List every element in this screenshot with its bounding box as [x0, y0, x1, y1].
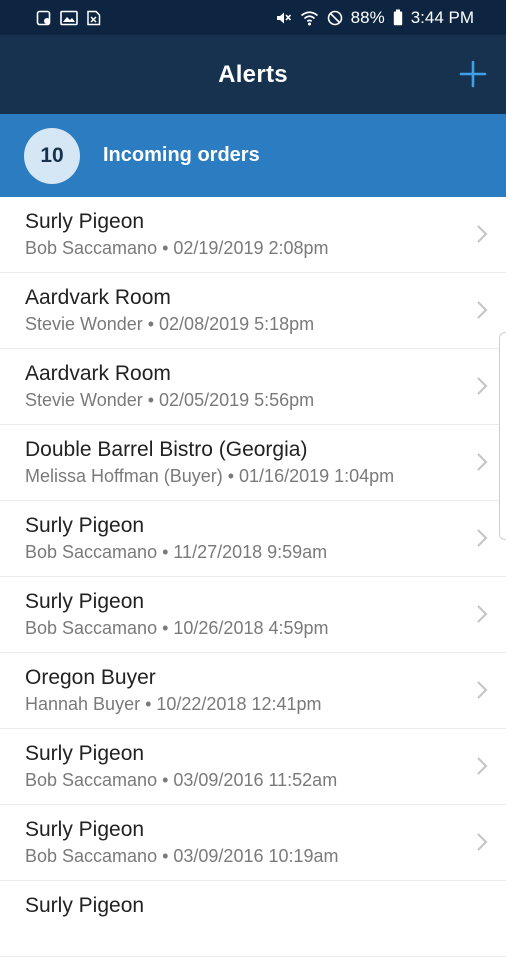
wifi-icon	[300, 10, 319, 26]
chevron-right-icon	[477, 681, 488, 699]
order-title: Oregon Buyer	[25, 666, 156, 689]
order-subtitle: Bob Saccamano • 03/09/2016 11:52am	[25, 770, 338, 790]
page-title: Alerts	[218, 60, 288, 88]
order-subtitle: Stevie Wonder • 02/05/2019 5:56pm	[25, 390, 315, 410]
list-item[interactable]: Aardvark Room Stevie Wonder • 02/08/2019…	[0, 273, 506, 349]
clock: 3:44 PM	[410, 7, 474, 27]
scrollbar-handle[interactable]	[499, 332, 506, 540]
chevron-right-icon	[477, 453, 488, 471]
order-subtitle: Bob Saccamano • 10/26/2018 4:59pm	[25, 618, 329, 638]
message-notification-icon	[36, 10, 52, 26]
chevron-right-icon	[477, 757, 488, 775]
add-button[interactable]	[458, 59, 488, 89]
order-title: Double Barrel Bistro (Georgia)	[25, 438, 308, 461]
orders-list: Surly Pigeon Bob Saccamano • 02/19/2019 …	[0, 197, 506, 957]
app-header: Alerts	[0, 35, 506, 114]
order-subtitle: Bob Saccamano • 03/09/2016 10:19am	[25, 846, 339, 866]
order-title: Surly Pigeon	[25, 742, 145, 765]
order-title: Surly Pigeon	[25, 818, 145, 841]
order-title: Aardvark Room	[25, 286, 171, 309]
chevron-right-icon	[477, 225, 488, 243]
incoming-orders-banner[interactable]: 10 Incoming orders	[0, 114, 506, 197]
list-item[interactable]: Surly Pigeon Bob Saccamano • 11/27/2018 …	[0, 501, 506, 577]
battery-percent: 88%	[350, 7, 385, 27]
image-notification-icon	[60, 10, 78, 26]
list-item[interactable]: Surly Pigeon	[0, 881, 506, 957]
do-not-disturb-icon	[327, 10, 343, 26]
order-count-badge: 10	[24, 127, 80, 184]
order-title: Surly Pigeon	[25, 894, 145, 917]
chevron-right-icon	[477, 833, 488, 851]
chevron-right-icon	[477, 529, 488, 547]
mute-icon	[275, 10, 292, 26]
list-item[interactable]: Surly Pigeon Bob Saccamano • 10/26/2018 …	[0, 577, 506, 653]
list-item[interactable]: Surly Pigeon Bob Saccamano • 03/09/2016 …	[0, 729, 506, 805]
status-bar: 88% 3:44 PM	[0, 0, 506, 35]
order-subtitle: Hannah Buyer • 10/22/2018 12:41pm	[25, 694, 322, 714]
chevron-right-icon	[477, 377, 488, 395]
status-notifications	[36, 10, 102, 26]
plus-icon	[459, 60, 487, 88]
list-item[interactable]: Double Barrel Bistro (Georgia) Melissa H…	[0, 425, 506, 501]
status-system: 88% 3:44 PM	[275, 8, 474, 28]
file-notification-icon	[86, 10, 102, 26]
order-subtitle: Bob Saccamano • 02/19/2019 2:08pm	[25, 238, 329, 258]
order-subtitle: Stevie Wonder • 02/08/2019 5:18pm	[25, 314, 315, 334]
list-item[interactable]: Surly Pigeon Bob Saccamano • 02/19/2019 …	[0, 197, 506, 273]
chevron-right-icon	[477, 301, 488, 319]
order-title: Aardvark Room	[25, 362, 171, 385]
order-subtitle: Bob Saccamano • 11/27/2018 9:59am	[25, 542, 328, 562]
chevron-right-icon	[477, 605, 488, 623]
order-subtitle: Melissa Hoffman (Buyer) • 01/16/2019 1:0…	[25, 466, 395, 486]
battery-icon	[393, 9, 403, 26]
list-item[interactable]: Oregon Buyer Hannah Buyer • 10/22/2018 1…	[0, 653, 506, 729]
order-title: Surly Pigeon	[25, 590, 145, 613]
list-item[interactable]: Surly Pigeon Bob Saccamano • 03/09/2016 …	[0, 805, 506, 881]
order-title: Surly Pigeon	[25, 514, 145, 537]
list-item[interactable]: Aardvark Room Stevie Wonder • 02/05/2019…	[0, 349, 506, 425]
banner-label: Incoming orders	[103, 144, 260, 166]
order-title: Surly Pigeon	[25, 210, 145, 233]
